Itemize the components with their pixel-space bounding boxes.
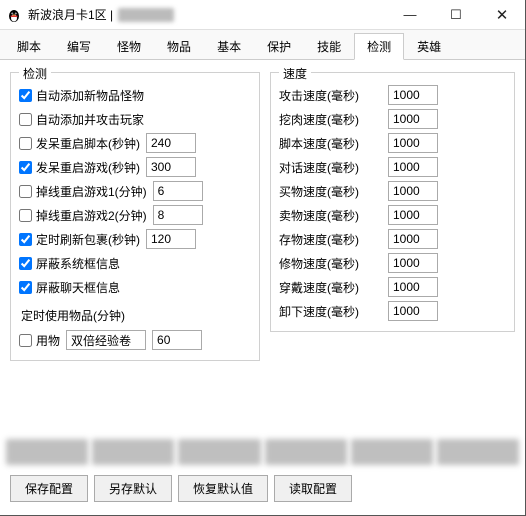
detect-checkbox-0[interactable]: 自动添加新物品怪物: [19, 87, 144, 104]
detect-label-4: 掉线重启游戏1(分钟): [36, 183, 147, 200]
window-title: 新波浪月卡1区: [28, 6, 107, 23]
detect-checkbox-1[interactable]: 自动添加并攻击玩家: [19, 111, 144, 128]
detect-row-4: 掉线重启游戏1(分钟): [19, 179, 251, 203]
speed-input-5[interactable]: [388, 205, 438, 225]
tab-4[interactable]: 基本: [204, 33, 254, 60]
detect-row-7: 屏蔽系统框信息: [19, 251, 251, 275]
detect-input-5[interactable]: [153, 205, 203, 225]
detect-group: 检测 自动添加新物品怪物自动添加并攻击玩家发呆重启脚本(秒钟)发呆重启游戏(秒钟…: [10, 72, 260, 361]
detect-row-3: 发呆重启游戏(秒钟): [19, 155, 251, 179]
speed-input-4[interactable]: [388, 181, 438, 201]
detect-checkbox-4[interactable]: 掉线重启游戏1(分钟): [19, 183, 147, 200]
detect-label-2: 发呆重启脚本(秒钟): [36, 135, 140, 152]
detect-row-5: 掉线重启游戏2(分钟): [19, 203, 251, 227]
minimize-button[interactable]: —: [387, 0, 433, 30]
speed-row-6: 存物速度(毫秒): [279, 227, 506, 251]
tab-strip: 脚本编写怪物物品基本保护技能检测英雄: [0, 30, 525, 60]
speed-row-5: 卖物速度(毫秒): [279, 203, 506, 227]
detect-checkbox-7[interactable]: 屏蔽系统框信息: [19, 255, 120, 272]
timed-item-label: 定时使用物品(分钟): [21, 307, 251, 324]
detect-label-1: 自动添加并攻击玩家: [36, 111, 144, 128]
close-button[interactable]: ✕: [479, 0, 525, 30]
timed-item-minutes-input[interactable]: [152, 330, 202, 350]
detect-label-6: 定时刷新包裹(秒钟): [36, 231, 140, 248]
tab-2[interactable]: 怪物: [104, 33, 154, 60]
tab-7[interactable]: 检测: [354, 33, 404, 60]
detect-label-3: 发呆重启游戏(秒钟): [36, 159, 140, 176]
timed-item-use-checkbox[interactable]: 用物: [19, 332, 60, 349]
window-title-sep: |: [107, 8, 117, 22]
detect-row-0: 自动添加新物品怪物: [19, 83, 251, 107]
detect-row-8: 屏蔽聊天框信息: [19, 275, 251, 299]
detect-row-1: 自动添加并攻击玩家: [19, 107, 251, 131]
window-title-obscured: [118, 8, 174, 22]
detect-label-7: 屏蔽系统框信息: [36, 255, 120, 272]
tab-3[interactable]: 物品: [154, 33, 204, 60]
speed-input-9[interactable]: [388, 301, 438, 321]
speed-input-7[interactable]: [388, 253, 438, 273]
tab-8[interactable]: 英雄: [404, 33, 454, 60]
tab-content: 检测 自动添加新物品怪物自动添加并攻击玩家发呆重启脚本(秒钟) 发呆重启游戏(秒钟…: [0, 60, 525, 367]
speed-label-2: 脚本速度(毫秒): [279, 135, 384, 152]
speed-row-2: 脚本速度(毫秒): [279, 131, 506, 155]
detect-group-title: 检测: [19, 65, 51, 82]
speed-label-7: 修物速度(毫秒): [279, 255, 384, 272]
detect-label-5: 掉线重启游戏2(分钟): [36, 207, 147, 224]
speed-row-7: 修物速度(毫秒): [279, 251, 506, 275]
speed-group: 速度 攻击速度(毫秒)挖肉速度(毫秒)脚本速度(毫秒)对话速度(毫秒)买物速度(…: [270, 72, 515, 332]
speed-input-2[interactable]: [388, 133, 438, 153]
tab-1[interactable]: 编写: [54, 33, 104, 60]
speed-label-0: 攻击速度(毫秒): [279, 87, 384, 104]
speed-group-title: 速度: [279, 65, 311, 82]
tab-0[interactable]: 脚本: [4, 33, 54, 60]
speed-label-1: 挖肉速度(毫秒): [279, 111, 384, 128]
status-strip-obscured: [6, 439, 519, 465]
detect-checkbox-2[interactable]: 发呆重启脚本(秒钟): [19, 135, 140, 152]
detect-input-2[interactable]: [146, 133, 196, 153]
speed-label-8: 穿戴速度(毫秒): [279, 279, 384, 296]
speed-row-8: 穿戴速度(毫秒): [279, 275, 506, 299]
tab-6[interactable]: 技能: [304, 33, 354, 60]
detect-checkbox-6[interactable]: 定时刷新包裹(秒钟): [19, 231, 140, 248]
detect-label-0: 自动添加新物品怪物: [36, 87, 144, 104]
detect-row-2: 发呆重启脚本(秒钟): [19, 131, 251, 155]
speed-label-4: 买物速度(毫秒): [279, 183, 384, 200]
footer-btn-2[interactable]: 恢复默认值: [178, 475, 268, 502]
speed-input-1[interactable]: [388, 109, 438, 129]
timed-item-row: 用物: [19, 328, 251, 352]
penguin-icon: [6, 7, 22, 23]
detect-input-3[interactable]: [146, 157, 196, 177]
footer: 保存配置另存默认恢复默认值读取配置: [0, 439, 525, 516]
detect-label-8: 屏蔽聊天框信息: [36, 279, 120, 296]
detect-input-6[interactable]: [146, 229, 196, 249]
speed-label-9: 卸下速度(毫秒): [279, 303, 384, 320]
speed-label-6: 存物速度(毫秒): [279, 231, 384, 248]
detect-input-4[interactable]: [153, 181, 203, 201]
timed-item-name-input[interactable]: [66, 330, 146, 350]
timed-item-use-label: 用物: [36, 332, 60, 349]
speed-input-3[interactable]: [388, 157, 438, 177]
speed-input-8[interactable]: [388, 277, 438, 297]
speed-row-0: 攻击速度(毫秒): [279, 83, 506, 107]
footer-btn-3[interactable]: 读取配置: [274, 475, 352, 502]
speed-row-1: 挖肉速度(毫秒): [279, 107, 506, 131]
speed-label-3: 对话速度(毫秒): [279, 159, 384, 176]
speed-input-0[interactable]: [388, 85, 438, 105]
footer-btn-1[interactable]: 另存默认: [94, 475, 172, 502]
detect-checkbox-5[interactable]: 掉线重启游戏2(分钟): [19, 207, 147, 224]
speed-row-4: 买物速度(毫秒): [279, 179, 506, 203]
detect-checkbox-3[interactable]: 发呆重启游戏(秒钟): [19, 159, 140, 176]
footer-btn-0[interactable]: 保存配置: [10, 475, 88, 502]
title-bar: 新波浪月卡1区 | — ☐ ✕: [0, 0, 525, 30]
detect-checkbox-8[interactable]: 屏蔽聊天框信息: [19, 279, 120, 296]
window-controls: — ☐ ✕: [387, 0, 525, 30]
speed-input-6[interactable]: [388, 229, 438, 249]
maximize-button[interactable]: ☐: [433, 0, 479, 30]
speed-label-5: 卖物速度(毫秒): [279, 207, 384, 224]
speed-row-3: 对话速度(毫秒): [279, 155, 506, 179]
tab-5[interactable]: 保护: [254, 33, 304, 60]
speed-row-9: 卸下速度(毫秒): [279, 299, 506, 323]
detect-row-6: 定时刷新包裹(秒钟): [19, 227, 251, 251]
